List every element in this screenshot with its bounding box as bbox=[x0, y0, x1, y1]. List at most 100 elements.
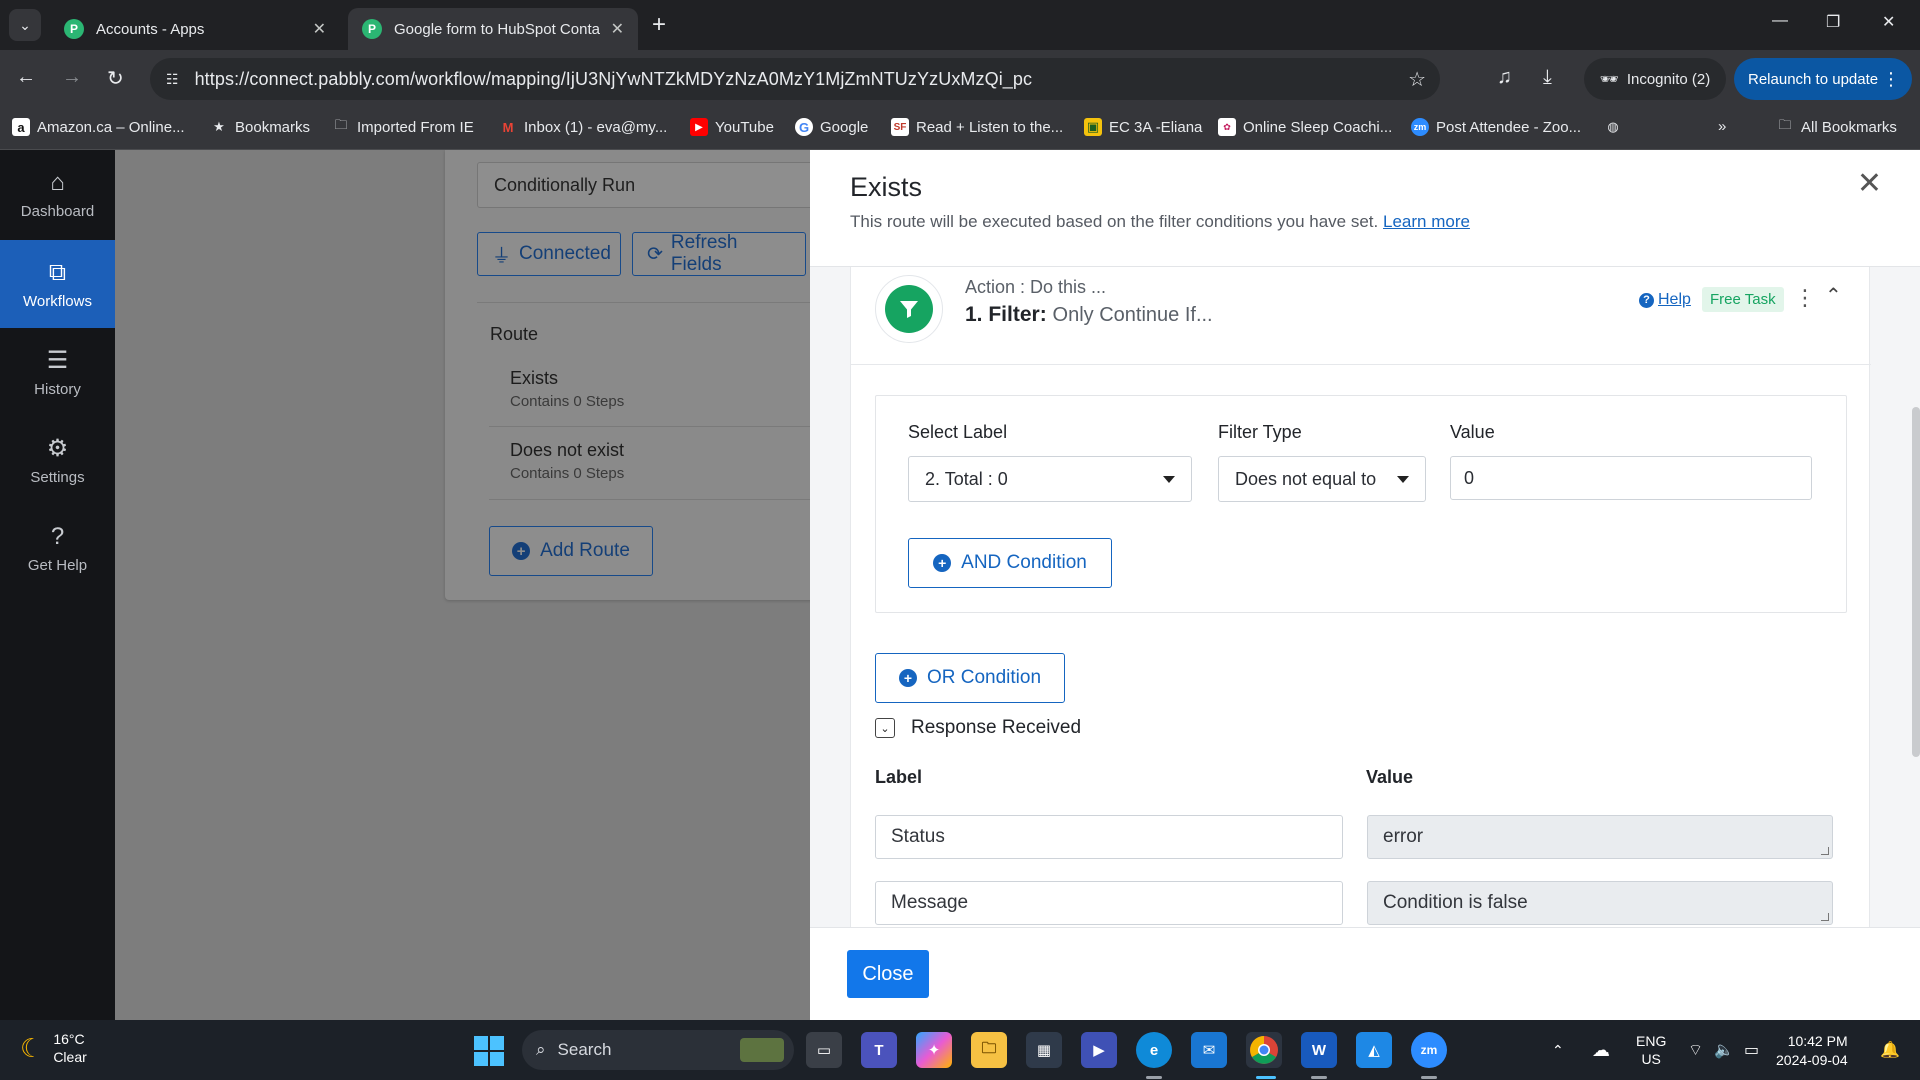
response-value-field[interactable]: error bbox=[1367, 815, 1833, 859]
add-route-label: Add Route bbox=[540, 540, 630, 561]
select-label-dropdown[interactable]: 2. Total : 0 bbox=[908, 456, 1192, 502]
bookmark-amazon[interactable]: a Amazon.ca – Online... bbox=[12, 118, 185, 136]
response-value-heading: Value bbox=[1366, 767, 1414, 787]
panel-scrollbar[interactable] bbox=[1912, 407, 1920, 757]
onedrive-icon[interactable]: ☁ bbox=[1592, 1020, 1610, 1080]
clock[interactable]: 10:42 PM 2024-09-04 bbox=[1776, 1032, 1848, 1070]
route-item-does-not-exist[interactable]: Does not exist Contains 0 Steps bbox=[510, 440, 624, 482]
bookmark-imported-from-ie[interactable]: 🗀 Imported From IE bbox=[332, 117, 473, 136]
new-tab-button[interactable]: + bbox=[652, 12, 666, 38]
learn-more-link[interactable]: Learn more bbox=[1383, 212, 1470, 231]
route-steps: Contains 0 Steps bbox=[510, 465, 625, 482]
value-heading: Value bbox=[1450, 422, 1495, 442]
weather-widget[interactable]: ☾ 16°C Clear bbox=[20, 1030, 87, 1066]
sidebar-item-workflows[interactable]: ⧉ Workflows bbox=[0, 240, 115, 328]
bookmark-star-icon[interactable]: ☆ bbox=[1408, 67, 1426, 92]
menu-dots-icon[interactable]: ⋮ bbox=[1882, 69, 1900, 90]
plus-circle-icon: + bbox=[898, 669, 917, 687]
tab-google-form-hubspot[interactable]: P Google form to HubSpot Conta ✕ bbox=[348, 8, 638, 50]
volume-icon[interactable]: 🔈 bbox=[1714, 1020, 1734, 1080]
bookmark-bookmarks[interactable]: ★ Bookmarks bbox=[210, 118, 310, 136]
minimize-icon[interactable]: — bbox=[1772, 12, 1788, 30]
bookmark-read-listen[interactable]: SF Read + Listen to the... bbox=[891, 118, 1063, 136]
response-received-toggle[interactable]: ⌄ Response Received bbox=[875, 717, 1081, 739]
file-explorer-icon[interactable]: 🗀 bbox=[971, 1032, 1007, 1068]
url-text[interactable]: https://connect.pabbly.com/workflow/mapp… bbox=[195, 69, 1033, 90]
more-bookmarks-button[interactable]: » bbox=[1718, 118, 1726, 135]
close-icon[interactable]: ✕ bbox=[611, 19, 624, 39]
microsoft-store-icon[interactable]: ▦ bbox=[1026, 1032, 1062, 1068]
close-button[interactable]: Close bbox=[847, 950, 929, 998]
and-condition-button[interactable]: + AND Condition bbox=[908, 538, 1112, 588]
bookmark-inbox[interactable]: M Inbox (1) - eva@my... bbox=[499, 118, 668, 136]
route-item-exists[interactable]: Exists Contains 0 Steps bbox=[510, 368, 624, 410]
close-icon[interactable]: ✕ bbox=[313, 19, 326, 39]
wifi-icon[interactable]: ⌔ bbox=[1688, 1020, 1703, 1080]
language-indicator[interactable]: ENG US bbox=[1636, 1020, 1666, 1080]
more-options-icon[interactable]: ⋮ bbox=[1794, 285, 1816, 311]
response-label-field[interactable]: Message bbox=[875, 881, 1343, 925]
edge-icon[interactable]: e bbox=[1136, 1032, 1172, 1068]
restore-icon[interactable]: ❐ bbox=[1826, 12, 1840, 32]
media-player-icon[interactable]: ▶ bbox=[1081, 1032, 1117, 1068]
panel-scroll-area[interactable]: Action : Do this ... 1. Filter: Only Con… bbox=[810, 267, 1920, 927]
help-link[interactable]: ? Help bbox=[1639, 291, 1691, 309]
address-bar[interactable]: ☷ https://connect.pabbly.com/workflow/ma… bbox=[150, 58, 1440, 100]
zoom-icon[interactable]: zm bbox=[1411, 1032, 1447, 1068]
sidebar-item-settings[interactable]: ⚙ Settings bbox=[0, 416, 115, 504]
word-icon[interactable]: W bbox=[1301, 1032, 1337, 1068]
media-control-icon[interactable]: ♫ bbox=[1497, 66, 1512, 89]
mail-icon[interactable]: ✉ bbox=[1191, 1032, 1227, 1068]
tab-search-button[interactable]: ⌄ bbox=[9, 9, 41, 41]
reload-icon[interactable]: ↻ bbox=[107, 66, 124, 91]
windows-taskbar: ☾ 16°C Clear ⌕ Search ▭ T ✦ 🗀 ▦ ▶ e ✉ W … bbox=[0, 1020, 1920, 1080]
response-value-field[interactable]: Condition is false bbox=[1367, 881, 1833, 925]
site-info-icon[interactable]: ☷ bbox=[166, 71, 179, 88]
language-top: ENG bbox=[1636, 1033, 1667, 1049]
download-icon[interactable]: ⤓ bbox=[1543, 66, 1552, 89]
window-close-icon[interactable]: ✕ bbox=[1882, 12, 1895, 32]
windows-start-icon[interactable] bbox=[474, 1036, 504, 1066]
connected-button[interactable]: ⏚ Connected bbox=[477, 232, 621, 276]
battery-icon[interactable]: ▭ bbox=[1744, 1020, 1759, 1080]
filter-type-dropdown[interactable]: Does not equal to bbox=[1218, 456, 1426, 502]
action-event-select[interactable]: Conditionally Run bbox=[477, 162, 837, 208]
incognito-indicator[interactable]: 🕶 Incognito (2) bbox=[1584, 58, 1726, 100]
bookmark-google[interactable]: G Google bbox=[795, 118, 868, 136]
taskbar-search[interactable]: ⌕ Search bbox=[522, 1030, 794, 1070]
sidebar-item-history[interactable]: ☰ History bbox=[0, 328, 115, 416]
resize-grip-icon[interactable] bbox=[1821, 847, 1829, 855]
tray-overflow-icon[interactable]: ⌃ bbox=[1552, 1020, 1564, 1080]
relaunch-button[interactable]: Relaunch to update ⋮ bbox=[1734, 58, 1912, 100]
bookmark-ec-3a[interactable]: ▣ EC 3A -Eliana bbox=[1084, 118, 1202, 136]
copilot-icon[interactable]: ✦ bbox=[916, 1032, 952, 1068]
or-condition-button[interactable]: + OR Condition bbox=[875, 653, 1065, 703]
sidebar-item-get-help[interactable]: ? Get Help bbox=[0, 504, 115, 592]
bookmark-label: All Bookmarks bbox=[1801, 118, 1897, 136]
response-label-field[interactable]: Status bbox=[875, 815, 1343, 859]
resize-grip-icon[interactable] bbox=[1821, 913, 1829, 921]
chrome-icon[interactable] bbox=[1246, 1032, 1282, 1068]
bookmark-globe[interactable]: ◍ bbox=[1604, 118, 1622, 136]
chevron-up-icon[interactable]: ⌃ bbox=[1825, 283, 1842, 308]
refresh-fields-button[interactable]: ⟳ Refresh Fields bbox=[632, 232, 806, 276]
all-bookmarks[interactable]: 🗀 All Bookmarks bbox=[1776, 117, 1897, 136]
bookmark-post-attendee[interactable]: zm Post Attendee - Zoo... bbox=[1411, 118, 1581, 136]
bookmark-sleep-coaching[interactable]: ✿ Online Sleep Coachi... bbox=[1218, 118, 1392, 136]
tab-accounts-apps[interactable]: P Accounts - Apps ✕ bbox=[50, 8, 340, 50]
photos-icon[interactable]: ◭ bbox=[1356, 1032, 1392, 1068]
teams-icon[interactable]: T bbox=[861, 1032, 897, 1068]
condition-value-input[interactable]: 0 bbox=[1450, 456, 1812, 500]
sidebar-item-dashboard[interactable]: ⌂ Dashboard bbox=[0, 150, 115, 238]
clock-time: 10:42 PM bbox=[1787, 1033, 1848, 1049]
bookmark-youtube[interactable]: ▶ YouTube bbox=[690, 118, 774, 136]
forward-icon[interactable]: → bbox=[62, 66, 82, 89]
close-icon[interactable]: ✕ bbox=[1857, 166, 1882, 201]
back-icon[interactable]: ← bbox=[16, 66, 36, 89]
add-route-button[interactable]: + Add Route bbox=[489, 526, 653, 576]
task-view-icon[interactable]: ▭ bbox=[806, 1032, 842, 1068]
and-condition-label: AND Condition bbox=[961, 552, 1087, 573]
filter-step-header[interactable]: Action : Do this ... 1. Filter: Only Con… bbox=[851, 267, 1871, 365]
notification-bell-icon[interactable]: 🔔 bbox=[1880, 1020, 1900, 1080]
browser-tabstrip: ⌄ P Accounts - Apps ✕ P Google form to H… bbox=[0, 0, 1920, 50]
